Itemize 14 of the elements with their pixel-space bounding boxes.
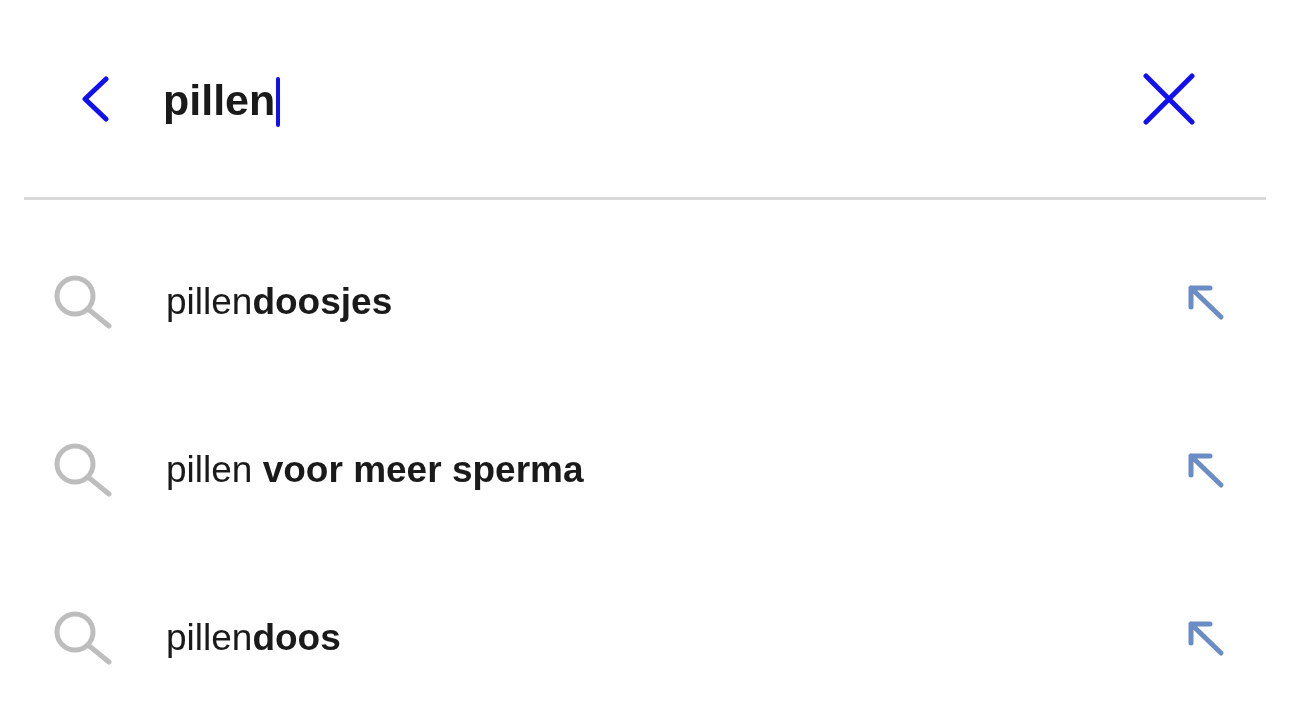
close-icon — [1143, 72, 1195, 125]
search-icon — [52, 275, 112, 329]
clear-button[interactable] — [1143, 72, 1195, 125]
search-field[interactable]: pillen — [163, 70, 1143, 127]
back-button[interactable] — [80, 75, 110, 122]
suggestion-text[interactable]: pillendoos — [166, 615, 1186, 661]
search-icon — [52, 443, 112, 497]
chevron-left-icon — [80, 75, 110, 122]
arrow-up-left-icon[interactable] — [1186, 619, 1226, 657]
suggestion-text[interactable]: pillen voor meer sperma — [166, 447, 1186, 493]
search-icon — [52, 611, 112, 665]
arrow-up-left-icon[interactable] — [1186, 283, 1226, 321]
suggestion-text[interactable]: pillendoosjes — [166, 279, 1186, 325]
arrow-up-left-icon[interactable] — [1186, 451, 1226, 489]
